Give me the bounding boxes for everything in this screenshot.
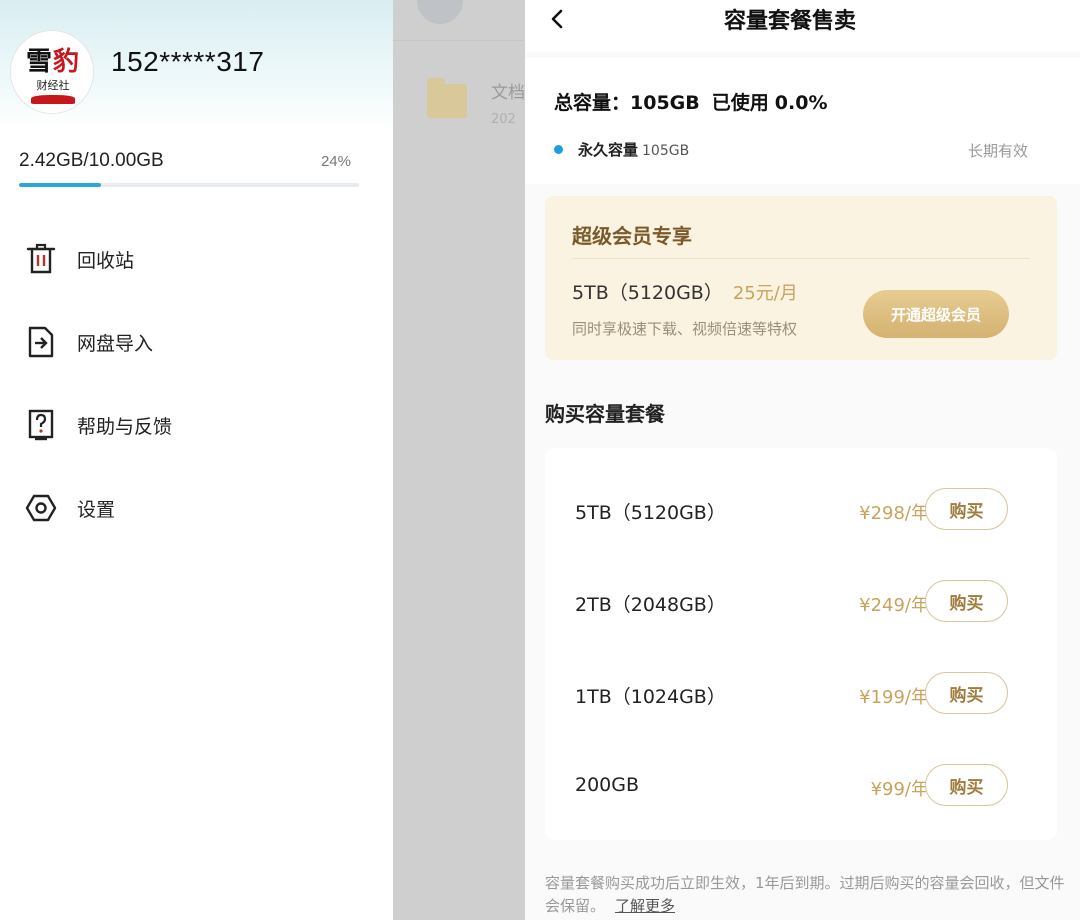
plan-row: 2TB（2048GB） ¥249/年 购买: [545, 556, 1057, 648]
learn-more-link[interactable]: 了解更多: [615, 897, 675, 915]
plan-price: ¥249/年: [859, 595, 929, 616]
vip-card-title: 超级会员专享: [572, 224, 692, 248]
page-title: 容量套餐售卖: [723, 9, 856, 34]
settings-icon: [24, 491, 58, 525]
plan-price: ¥99/年: [870, 779, 929, 800]
help-icon: [24, 408, 58, 442]
total-capacity-value: 105GB: [630, 92, 700, 114]
vip-description: 同时享极速下载、视频倍速等特权: [572, 320, 798, 338]
plan-price: ¥298/年: [859, 503, 929, 524]
trash-icon: [24, 242, 58, 276]
background-folder-date: 202: [491, 112, 516, 127]
capacity-summary-card: 总容量：105GB 已使用 0.0% 永久容量 105GB 长期有效: [525, 58, 1080, 184]
plan-price: ¥199/年: [859, 687, 929, 708]
buy-button[interactable]: 购买: [925, 764, 1008, 806]
permanent-capacity-dot: [554, 145, 563, 154]
open-super-vip-button[interactable]: 开通超级会员: [863, 290, 1009, 338]
folder-icon: [427, 78, 467, 118]
storage-progress-bar: [19, 183, 359, 187]
plan-footnote: 容量套餐购买成功后立即生效，1年后到期。过期后购买的容量会回收，但文件会保留。了…: [545, 872, 1065, 918]
user-avatar-logo[interactable]: 雪豹 财经社: [10, 30, 94, 114]
buy-button[interactable]: 购买: [925, 672, 1008, 714]
menu-item-label: 网盘导入: [77, 332, 154, 355]
plan-row: 200GB ¥99/年 购买: [545, 740, 1057, 832]
total-capacity-line: 总容量：105GB 已使用 0.0%: [554, 88, 827, 115]
storage-usage-text: 2.42GB/10.00GB: [19, 150, 164, 171]
menu-item-drive-import[interactable]: 网盘导入: [24, 322, 354, 362]
plan-row: 1TB（1024GB） ¥199/年 购买: [545, 648, 1057, 740]
buy-button[interactable]: 购买: [925, 580, 1008, 622]
permanent-capacity-label: 永久容量: [578, 141, 639, 159]
background-page-overlay[interactable]: 文档 202: [393, 0, 525, 920]
menu-item-settings[interactable]: 设置: [24, 488, 354, 528]
super-vip-card: 超级会员专享 5TB（5120GB） 25元/月 同时享极速下载、视频倍速等特权 …: [545, 196, 1057, 360]
total-capacity-label: 总容量：: [554, 92, 631, 114]
nav-bar: 容量套餐售卖: [525, 0, 1080, 52]
menu-item-label: 回收站: [77, 249, 135, 272]
logo-leopard-mark: [31, 95, 75, 104]
background-folder-title: 文档: [491, 83, 525, 103]
import-icon: [24, 325, 58, 359]
account-phone: 152*****317: [111, 46, 265, 77]
logo-char-2: 豹: [53, 47, 81, 77]
logo-text: 雪豹: [11, 41, 93, 78]
vip-capacity-size: 5TB（5120GB）: [572, 282, 723, 304]
storage-progress-fill: [19, 183, 101, 187]
menu-item-label: 帮助与反馈: [77, 415, 173, 438]
background-divider: [393, 40, 525, 41]
logo-char-1: 雪: [25, 47, 53, 77]
permanent-capacity-size: 105GB: [642, 143, 690, 159]
used-label: 已使用: [711, 92, 769, 114]
menu-item-help-feedback[interactable]: 帮助与反馈: [24, 405, 354, 445]
plan-name: 200GB: [575, 774, 640, 796]
menu-item-label: 设置: [77, 498, 116, 521]
plan-name: 2TB（2048GB）: [575, 594, 726, 616]
background-avatar: [417, 0, 463, 24]
vip-card-divider: [572, 258, 1030, 259]
vip-price: 25元/月: [732, 283, 798, 304]
side-drawer: 雪豹 财经社 152*****317 2.42GB/10.00GB 24% 回收…: [0, 0, 393, 920]
storage-usage-percent: 24%: [320, 153, 351, 170]
vip-capacity: 5TB（5120GB） 25元/月: [572, 278, 798, 305]
buy-button[interactable]: 购买: [925, 488, 1008, 530]
capacity-plans-page: 容量套餐售卖 总容量：105GB 已使用 0.0% 永久容量 105GB 长期有效 超…: [525, 0, 1080, 920]
capacity-plan-list: 5TB（5120GB） ¥298/年 购买 2TB（2048GB） ¥249/年…: [545, 448, 1057, 840]
plan-name: 5TB（5120GB）: [575, 502, 726, 524]
permanent-capacity-row: 永久容量 105GB: [578, 139, 689, 160]
plan-row: 5TB（5120GB） ¥298/年 购买: [545, 464, 1057, 556]
menu-item-recycle-bin[interactable]: 回收站: [24, 239, 354, 279]
permanent-capacity-validity: 长期有效: [967, 142, 1028, 160]
used-value: 0.0%: [774, 92, 828, 114]
logo-subtext: 财经社: [36, 79, 70, 92]
buy-plans-heading: 购买容量套餐: [545, 402, 665, 426]
plan-name: 1TB（1024GB）: [575, 686, 726, 708]
